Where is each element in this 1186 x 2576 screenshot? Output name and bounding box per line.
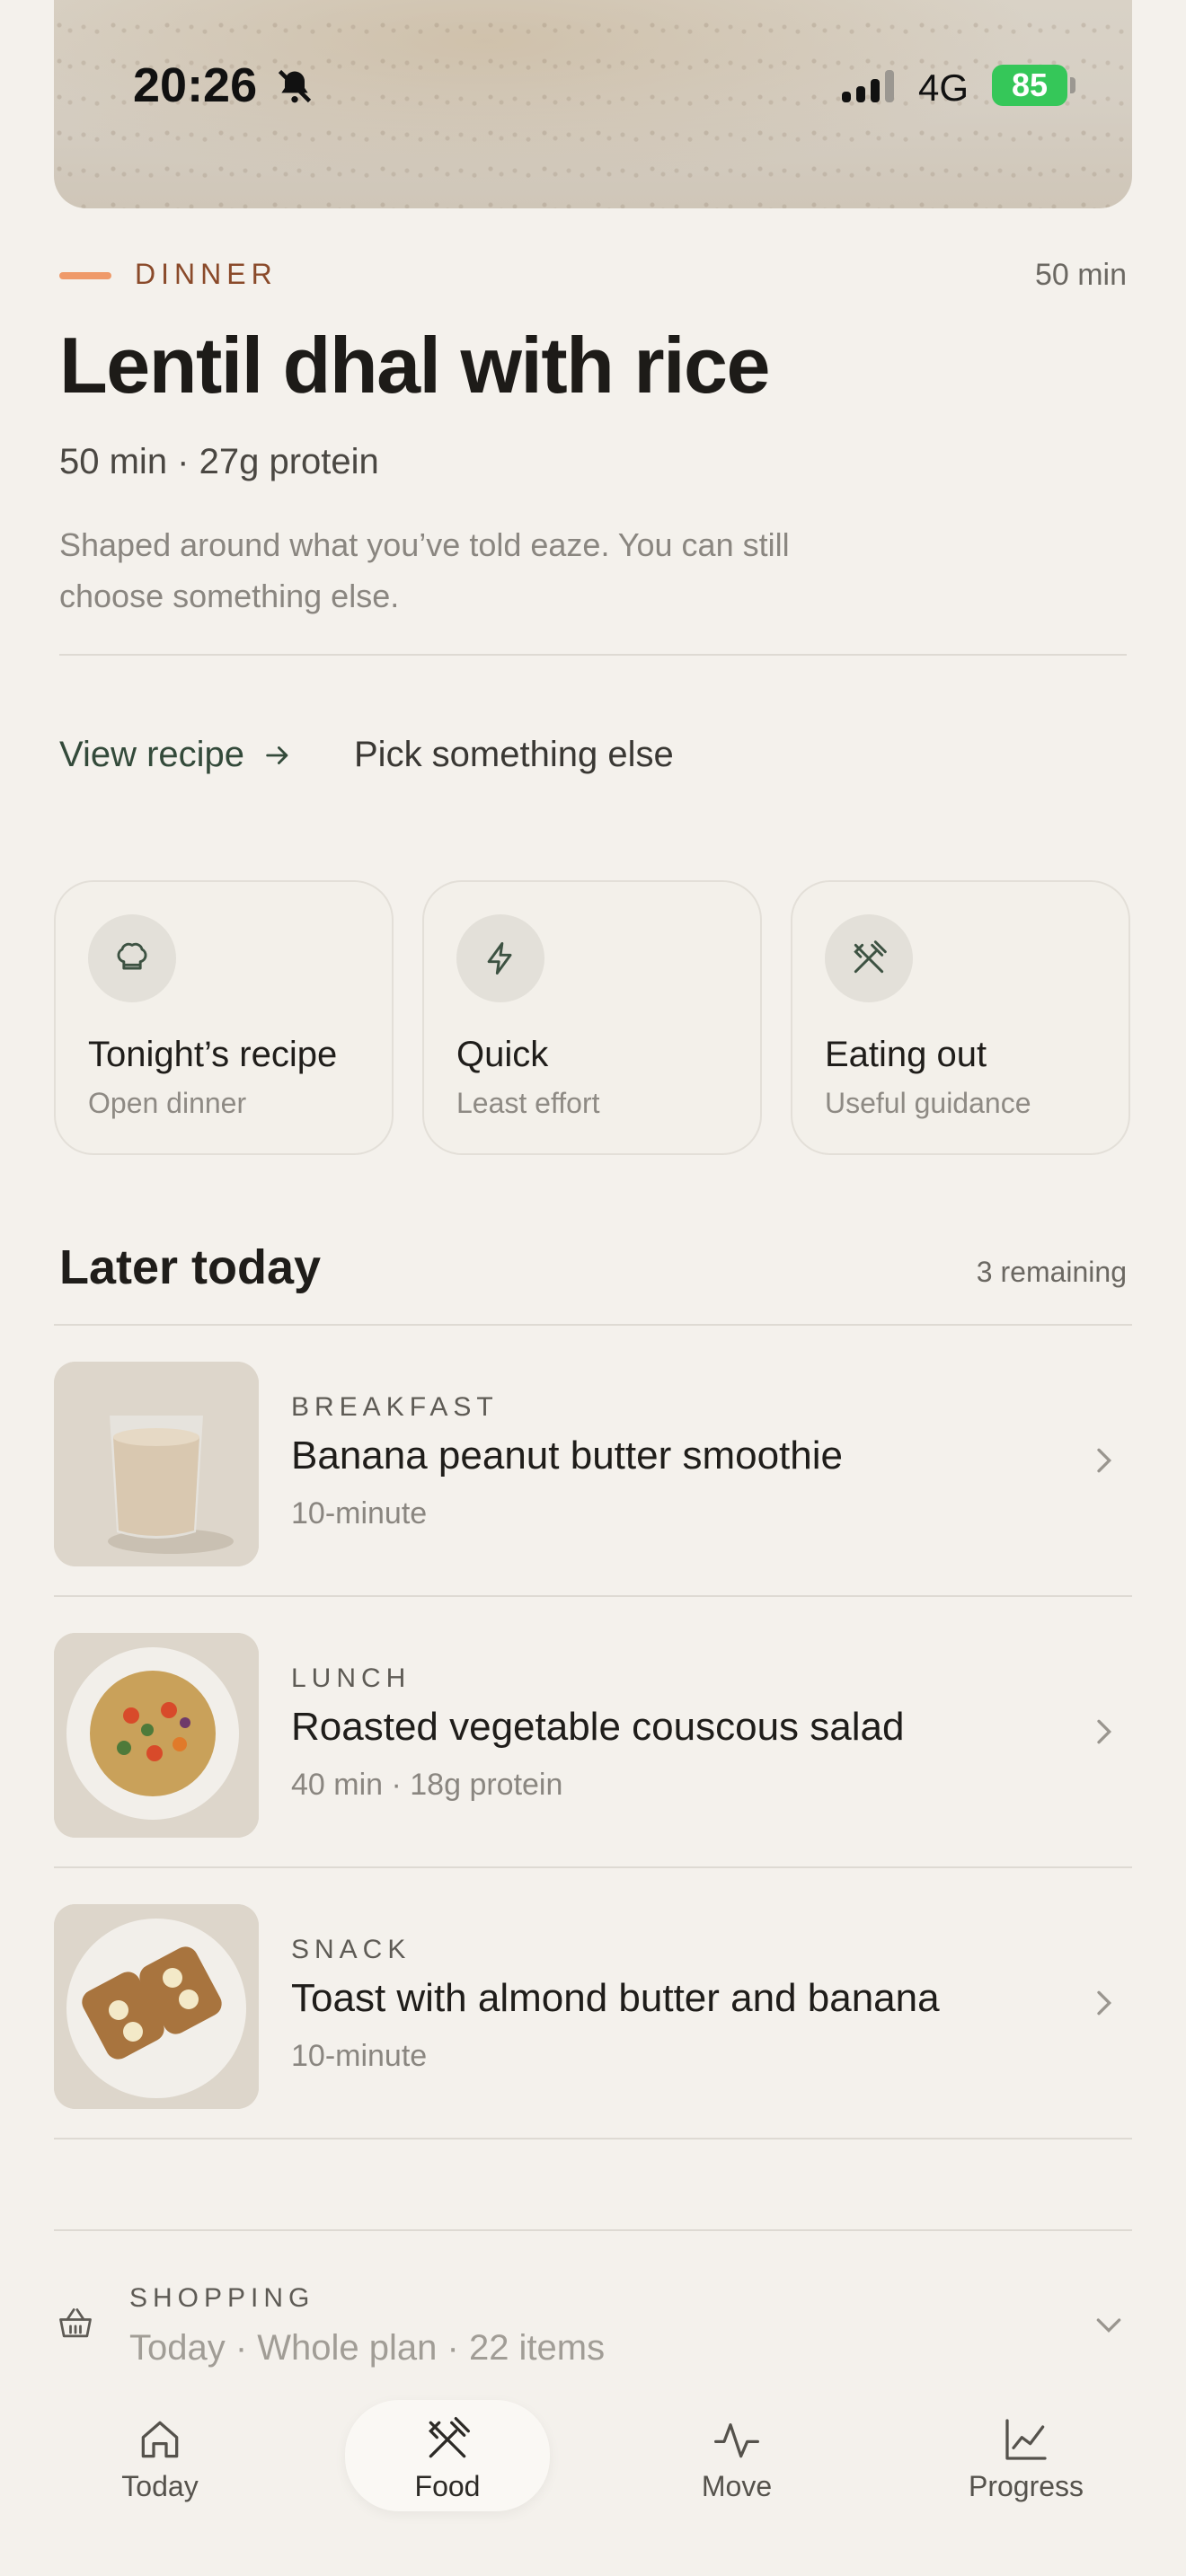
tab-today[interactable]: Today (58, 2400, 262, 2511)
list-item-breakfast[interactable]: BREAKFAST Banana peanut butter smoothie … (54, 1326, 1132, 1597)
divider (54, 2229, 1132, 2231)
card-title: Quick (456, 1035, 549, 1074)
bell-muted-icon (278, 69, 312, 103)
tab-food[interactable]: Food (345, 2400, 550, 2511)
tab-progress[interactable]: Progress (924, 2400, 1128, 2511)
chevron-down-icon[interactable] (1091, 2307, 1127, 2342)
divider (59, 654, 1127, 656)
network-label: 4G (918, 66, 969, 109)
meal-name: Banana peanut butter smoothie (291, 1434, 844, 1478)
meal-category: BREAKFAST (291, 1392, 499, 1422)
chevron-right-icon (1097, 1990, 1112, 2016)
shopping-label: SHOPPING (129, 2283, 315, 2313)
meal-name: Roasted vegetable couscous salad (291, 1705, 905, 1749)
lightning-icon (456, 914, 544, 1002)
battery-level: 85 (1011, 66, 1049, 103)
dinner-header: DINNER 50 min (59, 256, 1127, 296)
tab-label: Move (701, 2470, 773, 2502)
status-bar: 20:26 4G 85 (0, 0, 1186, 180)
shopping-meta: Today · Whole plan · 22 items (129, 2328, 606, 2368)
chart-icon (1005, 2419, 1047, 2460)
battery-tip (1070, 77, 1075, 93)
card-title: Tonight’s recipe (88, 1035, 338, 1074)
recipe-description: Shaped around what you’ve told eaze. You… (59, 526, 790, 614)
tab-label: Food (414, 2470, 481, 2502)
meal-category: SNACK (291, 1935, 412, 1964)
view-recipe-label: View recipe (59, 735, 245, 774)
card-eating-out[interactable]: Eating out Useful guidance (791, 880, 1130, 1155)
basket-icon (59, 2308, 92, 2338)
meal-meta: 10-minute (291, 1496, 428, 1531)
meal-time: 50 min (1034, 258, 1127, 292)
tab-label: Progress (968, 2470, 1084, 2502)
battery-indicator: 85 (992, 65, 1067, 106)
chevron-right-icon (1097, 1448, 1112, 1473)
pick-something-else-link[interactable]: Pick something else (354, 735, 674, 775)
recipe-subtitle: 50 min · 27g protein (59, 442, 379, 481)
pulse-icon (714, 2423, 759, 2458)
recipe-title: Lentil dhal with rice (59, 321, 770, 410)
chevron-right-icon (1097, 1719, 1112, 1744)
list-item-snack[interactable]: SNACK Toast with almond butter and banan… (54, 1868, 1132, 2139)
accent-dash (59, 272, 111, 279)
utensils-icon (825, 914, 913, 1002)
card-subtitle: Open dinner (88, 1087, 247, 1119)
card-subtitle: Least effort (456, 1087, 600, 1119)
card-subtitle: Useful guidance (825, 1087, 1031, 1119)
toast-image (54, 1904, 259, 2109)
chef-hat-icon (88, 914, 176, 1002)
remaining-count: 3 remaining (976, 1256, 1127, 1288)
divider (54, 2138, 1132, 2139)
meal-meta: 40 min · 18g protein (291, 1768, 563, 1802)
later-today-heading: Later today (59, 1240, 322, 1294)
status-time: 20:26 (133, 58, 258, 112)
meal-type-label: DINNER (135, 258, 278, 290)
card-tonights-recipe[interactable]: Tonight’s recipe Open dinner (54, 880, 394, 1155)
arrow-right-icon (266, 745, 288, 764)
signal-icon (842, 70, 894, 102)
meal-meta: 10-minute (291, 2039, 428, 2073)
meal-category: LUNCH (291, 1663, 412, 1693)
tab-move[interactable]: Move (634, 2400, 839, 2511)
meal-name: Toast with almond butter and banana (291, 1976, 940, 2020)
home-icon (141, 2421, 179, 2458)
view-recipe-link[interactable]: View recipe (59, 735, 293, 775)
card-title: Eating out (825, 1035, 987, 1074)
list-item-lunch[interactable]: LUNCH Roasted vegetable couscous salad 4… (54, 1597, 1132, 1868)
couscous-salad-image (54, 1633, 259, 1838)
tab-label: Today (121, 2470, 199, 2502)
smoothie-image (54, 1362, 259, 1566)
card-quick[interactable]: Quick Least effort (422, 880, 762, 1155)
utensils-icon (429, 2417, 470, 2458)
